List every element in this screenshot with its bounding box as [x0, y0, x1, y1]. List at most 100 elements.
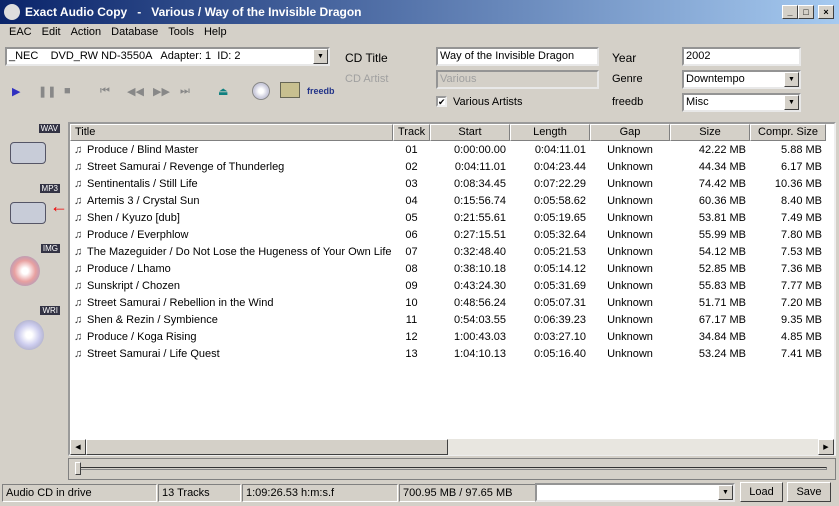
position-slider[interactable] — [68, 458, 836, 480]
track-number-text: 08 — [405, 262, 418, 275]
cd-artist-input[interactable]: Various — [436, 70, 599, 89]
track-row[interactable]: ♫ Street Samurai / Life Quest 13 1:04:10.13… — [70, 345, 834, 362]
drive-select[interactable]: _NEC DVD_RW ND-3550A Adapter: 1 ID: 2 ▼ — [5, 47, 330, 66]
title-bar: Exact Audio Copy - Various / Way of the … — [0, 0, 839, 24]
track-row[interactable]: ♫ Produce / Blind Master 01 0:00:00.00 0:04:… — [70, 141, 834, 158]
track-start-text: 1:00:43.03 — [454, 330, 506, 343]
track-row[interactable]: ♫ Shen & Rezin / Symbience 11 0:54:03.55 0:0… — [70, 311, 834, 328]
track-compr-size-text: 8.40 MB — [781, 194, 822, 207]
play-icon[interactable]: ▶ — [12, 85, 20, 98]
scroll-left-icon[interactable]: ◀ — [70, 439, 86, 455]
column-length[interactable]: Length — [510, 124, 590, 141]
scroll-thumb[interactable] — [86, 439, 448, 455]
year-input[interactable]: 2002 — [682, 47, 801, 66]
track-number: 10 — [393, 297, 430, 309]
track-number: 12 — [393, 331, 430, 343]
freedb-button[interactable]: freedb — [307, 86, 335, 96]
maximize-button[interactable]: □ — [798, 5, 814, 19]
track-row[interactable]: ♫ Produce / Koga Rising 12 1:00:43.03 0:03:2… — [70, 328, 834, 345]
copy-mp3-button[interactable]: MP3 ← — [8, 184, 68, 236]
column-start[interactable]: Start — [430, 124, 510, 141]
stop-icon[interactable]: ■ — [64, 85, 71, 97]
track-compr-size-text: 7.53 MB — [781, 245, 822, 258]
close-button[interactable]: × — [818, 5, 834, 19]
track-length-text: 0:05:16.40 — [534, 347, 586, 360]
track-gap: Unknown — [590, 280, 670, 292]
profile-select[interactable]: ▼ — [535, 483, 735, 502]
track-title: ♫ Shen / Kyuzo [dub] — [70, 212, 393, 224]
track-gap: Unknown — [590, 348, 670, 360]
column-title[interactable]: Title — [70, 124, 393, 141]
menu-action[interactable]: Action — [66, 24, 107, 42]
network-icon[interactable] — [280, 82, 300, 98]
track-row[interactable]: ♫ Street Samurai / Rebellion in the Wind 1… — [70, 294, 834, 311]
track-size-text: 60.36 MB — [698, 194, 746, 207]
track-size: 67.17 MB — [670, 314, 750, 326]
various-artists-checkbox[interactable]: ✔ — [436, 96, 447, 107]
wav-label: WAV — [38, 124, 60, 133]
next-track-icon[interactable]: ⏭ — [180, 85, 190, 98]
copy-wav-button[interactable]: WAV — [8, 124, 60, 176]
arrow-left-icon: ← — [50, 196, 68, 216]
track-compr-size-text: 7.49 MB — [781, 211, 822, 224]
track-size: 42.22 MB — [670, 144, 750, 156]
track-row[interactable]: ♫ The Mazeguider / Do Not Lose the Hugene… — [70, 243, 834, 260]
save-button[interactable]: Save — [787, 482, 831, 502]
track-row[interactable]: ♫ Sentinentalis / Still Life 03 0:08:34.45 0… — [70, 175, 834, 192]
track-row[interactable]: ♫ Produce / Lhamo 08 0:38:10.18 0:05:14.12 Un… — [70, 260, 834, 277]
menu-eac[interactable]: EAC — [4, 24, 37, 42]
menu-tools[interactable]: Tools — [163, 24, 199, 42]
track-row[interactable]: ♫ Shen / Kyuzo [dub] 05 0:21:55.61 0:05:19.6… — [70, 209, 834, 226]
track-gap-text: Unknown — [607, 296, 653, 309]
track-length: 0:05:58.62 — [510, 195, 590, 207]
track-number: 01 — [393, 144, 430, 156]
track-row[interactable]: ♫ Artemis 3 / Crystal Sun 04 0:15:56.74 0:05… — [70, 192, 834, 209]
scroll-right-icon[interactable]: ▶ — [818, 439, 834, 455]
load-button[interactable]: Load — [740, 482, 783, 502]
track-compr-size-text: 7.20 MB — [781, 296, 822, 309]
track-row[interactable]: ♫ Sunskript / Chozen 09 0:43:24.30 0:05:31.6… — [70, 277, 834, 294]
track-length-text: 0:05:07.31 — [534, 296, 586, 309]
track-title-text: Produce / Everphlow — [87, 228, 189, 241]
write-cd-button[interactable]: WRI — [8, 306, 60, 358]
genre-label: Genre — [612, 73, 643, 85]
track-size: 55.83 MB — [670, 280, 750, 292]
previous-track-icon[interactable]: ⏮ — [100, 85, 110, 98]
slider-thumb[interactable] — [75, 462, 81, 475]
track-start: 0:08:34.45 — [430, 178, 510, 190]
track-size-text: 51.71 MB — [698, 296, 746, 309]
rewind-icon[interactable]: ◀◀ — [127, 85, 144, 98]
track-title: ♫ Produce / Everphlow — [70, 229, 393, 241]
column-gap[interactable]: Gap — [590, 124, 670, 141]
genre-select[interactable]: Downtempo ▼ — [682, 70, 801, 89]
track-start: 0:48:56.24 — [430, 297, 510, 309]
track-row[interactable]: ♫ Street Samurai / Revenge of Thunderleg 0… — [70, 158, 834, 175]
cd-title-input[interactable]: Way of the Invisible Dragon — [436, 47, 599, 66]
track-length-text: 0:06:39.23 — [534, 313, 586, 326]
menu-help[interactable]: Help — [199, 24, 232, 42]
cd-icon[interactable] — [252, 82, 270, 100]
track-length-text: 0:04:23.44 — [534, 160, 586, 173]
menu-edit[interactable]: Edit — [37, 24, 66, 42]
track-row[interactable]: ♫ Produce / Everphlow 06 0:27:15.51 0:05:32.… — [70, 226, 834, 243]
minimize-button[interactable]: _ — [782, 5, 798, 19]
track-compr-size: 5.88 MB — [750, 144, 826, 156]
menu-database[interactable]: Database — [106, 24, 163, 42]
track-gap-text: Unknown — [607, 279, 653, 292]
track-compr-size: 6.17 MB — [750, 161, 826, 173]
freedb-category-select[interactable]: Misc ▼ — [682, 93, 801, 112]
track-gap-text: Unknown — [607, 177, 653, 190]
copy-image-button[interactable]: IMG — [8, 244, 60, 296]
track-title-text: Street Samurai / Revenge of Thunderleg — [87, 160, 285, 173]
eject-icon[interactable]: ⏏ — [218, 85, 228, 98]
horizontal-scrollbar[interactable]: ◀ ▶ — [70, 439, 834, 455]
pause-icon[interactable]: ❚❚ — [38, 85, 56, 98]
track-number: 03 — [393, 178, 430, 190]
column-size[interactable]: Size — [670, 124, 750, 141]
fast-forward-icon[interactable]: ▶▶ — [153, 85, 170, 98]
track-gap-text: Unknown — [607, 211, 653, 224]
column-track[interactable]: Track — [393, 124, 430, 141]
track-size: 53.24 MB — [670, 348, 750, 360]
column-compr-size[interactable]: Compr. Size — [750, 124, 826, 141]
track-gap-text: Unknown — [607, 262, 653, 275]
